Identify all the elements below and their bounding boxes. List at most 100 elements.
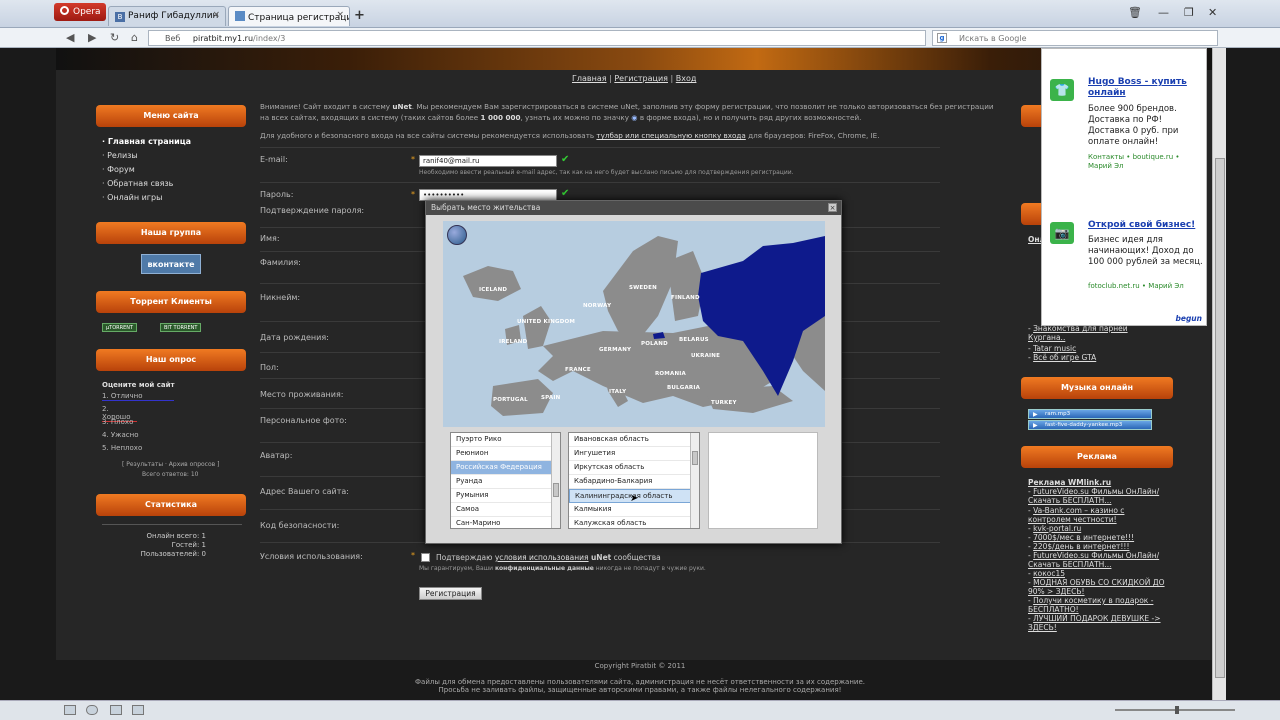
- url-field[interactable]: Веб piratbit.my1.ru/index/3: [148, 30, 926, 46]
- ad-link[interactable]: - FutureVideo.su Фильмы ОнЛайн/ Скачать …: [1028, 487, 1168, 505]
- list-item[interactable]: Самоа: [451, 503, 560, 517]
- menu-item-home[interactable]: · Главная страница: [102, 137, 191, 146]
- ad-link[interactable]: - 7000$/мес в интернете!!!: [1028, 533, 1134, 542]
- close-dialog-icon[interactable]: ×: [828, 203, 837, 212]
- website-label: Адрес Вашего сайта:: [260, 487, 349, 496]
- ad-source[interactable]: Контакты • boutique.ru • Марий Эл: [1088, 153, 1203, 171]
- tab-registration[interactable]: Страница регистраци... ×: [228, 6, 350, 26]
- list-item[interactable]: Российская Федерация: [451, 461, 560, 475]
- tab-profile[interactable]: B Раниф Гибадуллин ×: [108, 6, 226, 26]
- required-mark: *: [411, 190, 415, 199]
- right-link[interactable]: - Знакомства для парней Кургана..: [1028, 324, 1148, 342]
- menu-item-releases[interactable]: · Релизы: [102, 151, 138, 160]
- ad-link[interactable]: - Получи косметику в подарок - БЕСПЛАТНО…: [1028, 596, 1168, 614]
- begun-logo[interactable]: begun: [1175, 314, 1202, 323]
- cloud-icon[interactable]: [86, 705, 98, 715]
- list-item[interactable]: Сан-Марино: [451, 517, 560, 528]
- region-list[interactable]: Ивановская область Ингушетия Иркутская о…: [568, 432, 700, 529]
- europe-map[interactable]: ICELAND SWEDEN FINLAND NORWAY UNITED KIN…: [443, 221, 825, 427]
- confirm-password-label: Подтверждение пароля:: [260, 206, 365, 215]
- ad-link[interactable]: - кокос15: [1028, 569, 1065, 578]
- first-name-label: Имя:: [260, 234, 280, 243]
- map-label: TURKEY: [711, 400, 737, 406]
- ad-title[interactable]: Открой свой бизнес!: [1088, 220, 1203, 231]
- opera-menu-button[interactable]: Opera: [54, 3, 106, 21]
- poll-option[interactable]: 4. Ужасно: [102, 431, 138, 439]
- utorrent-badge[interactable]: µTORRENT: [102, 323, 138, 332]
- close-tab-icon[interactable]: ×: [336, 10, 344, 20]
- url-domain: piratbit.my1.ru/index/3: [192, 34, 286, 43]
- poll-option[interactable]: 3. Плохо: [102, 418, 133, 426]
- images-icon[interactable]: [132, 705, 144, 715]
- email-field[interactable]: ranif40@mail.ru: [419, 155, 557, 167]
- home-icon[interactable]: ⌂: [131, 31, 138, 44]
- vk-button[interactable]: вконтакте: [141, 254, 201, 274]
- list-item[interactable]: Калужская область: [569, 517, 699, 528]
- forward-icon[interactable]: ▶: [88, 31, 96, 44]
- list-item[interactable]: Румыния: [451, 489, 560, 503]
- music-player[interactable]: fast-five-daddy-yankee.mp3: [1028, 420, 1152, 430]
- required-mark: *: [411, 155, 415, 164]
- map-label: FRANCE: [565, 367, 591, 373]
- poll-links[interactable]: [ Результаты · Архив опросов ]: [122, 461, 219, 468]
- email-label: E-mail:: [260, 155, 288, 164]
- link-login[interactable]: Вход: [676, 74, 697, 83]
- close-tab-icon[interactable]: ×: [212, 10, 220, 20]
- valid-check-icon: ✔: [561, 154, 570, 165]
- ad-link[interactable]: - FutureVideo.su Фильмы ОнЛайн/ Скачать …: [1028, 551, 1168, 569]
- back-icon[interactable]: ◀: [66, 31, 74, 44]
- zoom-slider[interactable]: [1115, 706, 1235, 714]
- list-item[interactable]: Руанда: [451, 475, 560, 489]
- poll-option[interactable]: 5. Неплохо: [102, 444, 142, 452]
- terms-checkbox[interactable]: [421, 553, 430, 562]
- panel-toggle-icon[interactable]: [64, 705, 76, 715]
- link-home[interactable]: Главная: [572, 74, 607, 83]
- list-item[interactable]: Калмыкия: [569, 503, 699, 517]
- ad-link[interactable]: - МОДНАЯ ОБУВЬ СО СКИДКОЙ ДО 90% > ЗДЕСЬ…: [1028, 578, 1168, 596]
- ad-link[interactable]: - kvk-portal.ru: [1028, 524, 1081, 533]
- map-label: POLAND: [641, 341, 668, 347]
- region-scrollbar[interactable]: [690, 433, 699, 528]
- header-links: Главная | Регистрация | Вход: [572, 74, 697, 83]
- new-tab-button[interactable]: +: [354, 8, 365, 23]
- menu-item-feedback[interactable]: · Обратная связь: [102, 179, 173, 188]
- ad-source[interactable]: fotoclub.net.ru • Марий Эл: [1088, 282, 1203, 291]
- close-window-icon[interactable]: ✕: [1208, 6, 1217, 19]
- turbo-icon[interactable]: [110, 705, 122, 715]
- maximize-icon[interactable]: ❐: [1184, 6, 1194, 19]
- link-register[interactable]: Регистрация: [614, 74, 668, 83]
- ad-title[interactable]: Hugo Boss - купить онлайн: [1088, 77, 1203, 99]
- toolbar-link[interactable]: тулбар или специальную кнопку входа: [596, 131, 745, 140]
- list-item[interactable]: Ингушетия: [569, 447, 699, 461]
- mouse-cursor-icon: ➤: [630, 493, 639, 504]
- country-scrollbar[interactable]: [551, 433, 560, 528]
- trash-icon[interactable]: 🗑: [1128, 6, 1142, 19]
- list-item[interactable]: Кабардино-Балкария: [569, 475, 699, 489]
- ad-link[interactable]: - ЛУЧШИЙ ПОДАРОК ДЕВУШКЕ -> ЗДЕСЬ!: [1028, 614, 1168, 632]
- ad-link[interactable]: - 220$/день в интернет!!!: [1028, 542, 1129, 551]
- poll-option[interactable]: 1. Отлично: [102, 392, 174, 401]
- menu-item-games[interactable]: · Онлайн игры: [102, 193, 162, 202]
- bittorrent-badge[interactable]: BIT TORRENT: [160, 323, 202, 332]
- map-label: NORWAY: [583, 303, 612, 309]
- menu-item-forum[interactable]: · Форум: [102, 165, 135, 174]
- minimize-icon[interactable]: —: [1158, 6, 1169, 19]
- search-input[interactable]: g Искать в Google: [932, 30, 1218, 46]
- page-scrollbar[interactable]: [1212, 48, 1226, 700]
- music-player[interactable]: ram.mp3: [1028, 409, 1152, 419]
- list-item[interactable]: Иркутская область: [569, 461, 699, 475]
- reload-icon[interactable]: ↻: [110, 31, 119, 44]
- list-item[interactable]: Реюнион: [451, 447, 560, 461]
- photo-label: Персональное фото:: [260, 416, 347, 425]
- city-list[interactable]: [708, 432, 818, 529]
- ads-header[interactable]: Реклама WMlink.ru: [1028, 478, 1111, 487]
- list-item[interactable]: Пуэрто Рико: [451, 433, 560, 447]
- register-button[interactable]: Регистрация: [419, 587, 482, 600]
- country-list[interactable]: Пуэрто Рико Реюнион Российская Федерация…: [450, 432, 561, 529]
- right-link[interactable]: - Tatar music: [1028, 344, 1076, 353]
- password-label: Пароль:: [260, 190, 294, 199]
- right-link[interactable]: - Всё об игре GTA: [1028, 353, 1096, 362]
- list-item[interactable]: Ивановская область: [569, 433, 699, 447]
- ad-link[interactable]: - Va-Bank.com – казино с контролем честн…: [1028, 506, 1168, 524]
- terms-link[interactable]: условия использования: [495, 553, 589, 562]
